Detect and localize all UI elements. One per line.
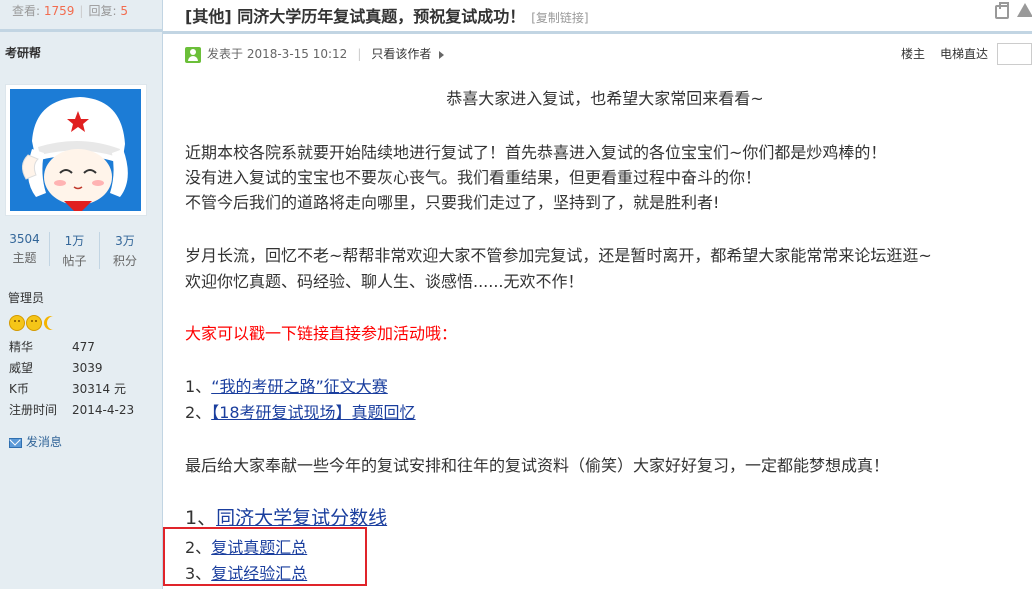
sun-icon (9, 314, 25, 331)
post-count-value[interactable]: 1万 (50, 232, 99, 249)
activity-item: 2、【18考研复试现场】真题回忆 (185, 402, 416, 424)
greeting: 恭喜大家进入复试，也希望大家常回来看看~ (446, 89, 764, 108)
profile-key: K币 (9, 382, 29, 396)
activity-item: 1、“我的考研之路”征文大赛 (185, 376, 388, 398)
profile-value: 2014-4-23 (72, 403, 135, 417)
essay-contest-link[interactable]: “我的考研之路”征文大赛 (211, 377, 388, 396)
topic-count[interactable]: 3504 主题 (0, 232, 50, 266)
paragraph-line: 没有进入复试的宝宝也不要灰心丧气。我们看重结果，但更看重过程中奋斗的你！ (185, 168, 762, 187)
thread-stats: 查看: 1759 | 回复: 5 (12, 4, 128, 18)
elevator-label: 电梯直达 (940, 47, 989, 61)
highlight-box (163, 527, 367, 586)
activity-prompt: 大家可以戳一下链接直接参加活动哦： (185, 324, 458, 343)
thread-title: [其他] 同济大学历年复试真题，预祝复试成功！ [复制链接] (185, 3, 589, 27)
user-role[interactable]: 管理员 (8, 289, 44, 306)
post-date: 发表于 2018-3-15 10:12 (207, 47, 348, 61)
print-icon[interactable] (995, 2, 1009, 19)
credit-count-value[interactable]: 3万 (100, 232, 150, 249)
post-count[interactable]: 1万 帖子 (50, 232, 100, 269)
topic-count-value[interactable]: 3504 (0, 232, 49, 246)
thread-title-text: [其他] 同济大学历年复试真题，预祝复试成功！ (185, 7, 526, 26)
avatar[interactable] (10, 89, 141, 211)
user-profile: 精华 477 威望 3039 K币 30314 元 注册时间 2014-4-23 (9, 337, 134, 421)
topic-count-label: 主题 (12, 251, 37, 265)
send-message-link[interactable]: 发消息 (9, 433, 62, 450)
floor-label: 楼主 (901, 47, 926, 61)
replies-label: 回复: (88, 4, 117, 18)
credit-count[interactable]: 3万 积分 (100, 232, 150, 269)
profile-key: 威望 (9, 361, 34, 375)
online-status-icon (185, 46, 201, 63)
paragraph-line: 欢迎你忆真题、码经验、聊人生、谈感悟......无欢不作！ (185, 272, 584, 291)
profile-value: 30314 元 (72, 382, 126, 396)
thread-title-bar: [其他] 同济大学历年复试真题，预祝复试成功！ [复制链接] (163, 0, 1032, 30)
user-counts: 3504 主题 1万 帖子 3万 积分 (0, 232, 150, 269)
profile-value: 3039 (72, 361, 103, 375)
item-number: 1、 (185, 377, 212, 396)
author-sidebar: 查看: 1759 | 回复: 5 考研帮 3504 主题 1万 帖子 3万 积分… (0, 0, 163, 589)
profile-key: 注册时间 (9, 403, 58, 417)
send-message-label[interactable]: 发消息 (26, 435, 62, 449)
paragraph-line: 近期本校各院系就要开始陆续地进行复试了！首先恭喜进入复试的各位宝宝们~你们都是炒… (185, 143, 887, 162)
sun-icon (26, 314, 42, 331)
post-main: [其他] 同济大学历年复试真题，预祝复试成功！ [复制链接] 发表于 2018-3… (163, 0, 1032, 589)
item-number: 1、 (185, 507, 217, 529)
caret-right-icon (439, 50, 445, 59)
replies-count: 5 (120, 4, 128, 18)
resource-item: 1、同济大学复试分数线 (185, 507, 387, 529)
moon-icon (43, 316, 57, 330)
score-line-link[interactable]: 同济大学复试分数线 (216, 507, 387, 529)
profile-key: 精华 (9, 340, 34, 354)
closing-text: 最后给大家奉献一些今年的复试安排和往年的复试资料（偷笑）大家好好复习，一定都能梦… (185, 456, 890, 475)
title-divider (163, 31, 1032, 34)
post-count-label: 帖子 (62, 254, 87, 268)
views-label: 查看: (12, 4, 41, 18)
author-name[interactable]: 考研帮 (0, 32, 162, 61)
mail-icon (9, 437, 22, 448)
exam-recall-link[interactable]: 【18考研复试现场】真题回忆 (211, 403, 415, 422)
paragraph-line: 不管今后我们的道路将走向哪里，只要我们走过了，坚持到了，就是胜利者! (185, 193, 720, 212)
author-only-link[interactable]: 只看该作者 (371, 47, 431, 61)
profile-value: 477 (72, 340, 95, 354)
views-count: 1759 (43, 4, 75, 18)
post-meta: 发表于 2018-3-15 10:12 | 只看该作者 (185, 45, 445, 63)
paragraph-line: 岁月长流，回忆不老~帮帮非常欢迎大家不管参加完复试，还是暂时离开，都希望大家能常… (185, 246, 932, 265)
elevator-input[interactable] (997, 43, 1032, 65)
copy-link-button[interactable]: [复制链接] (531, 11, 588, 25)
next-thread-icon[interactable] (1017, 3, 1032, 17)
user-rank-icons (9, 312, 57, 331)
avatar-frame[interactable] (5, 84, 147, 216)
credit-count-label: 积分 (112, 254, 137, 268)
item-number: 2、 (185, 403, 212, 422)
